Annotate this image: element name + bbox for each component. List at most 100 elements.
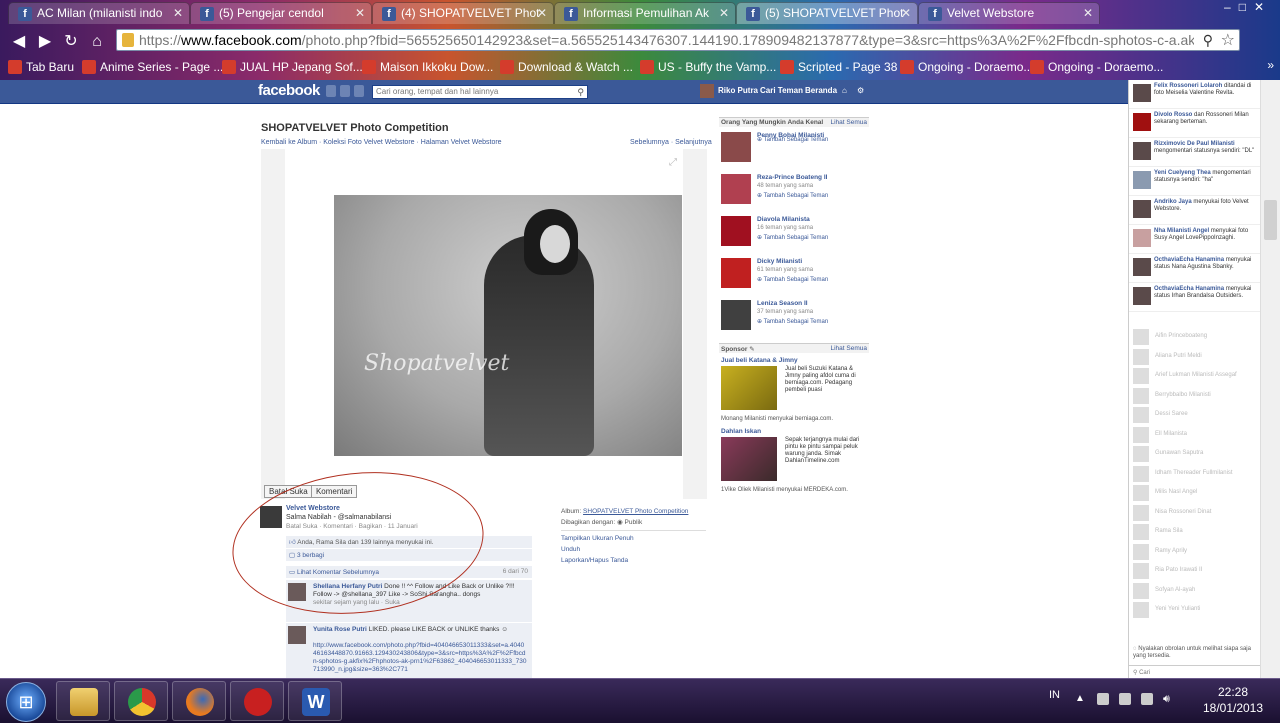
tab-close-icon[interactable]: ✕ [1083,3,1093,23]
bookmark-item[interactable]: Ongoing - Doraemo... [900,58,1033,76]
privacy-selector[interactable]: Publik [625,519,643,526]
search-input[interactable]: Cari orang, tempat dan hal lainnya ⚲ [372,85,588,99]
chat-friend[interactable]: Idham Thereader Fullmilanist [1129,464,1261,484]
chat-friend[interactable]: Sofyan Al-ayah [1129,581,1261,601]
search-icon[interactable]: ⚲ [577,86,584,98]
bookmark-item[interactable]: Scripted - Page 38 [780,58,897,76]
bookmark-item[interactable]: Download & Watch ... [500,58,633,76]
avatar[interactable] [721,216,751,246]
chrome-taskbar-button[interactable] [114,681,168,721]
person-name[interactable]: Dicky Milanisti [757,258,802,265]
download-link[interactable]: Unduh [561,546,580,553]
show-hidden-icons-icon[interactable]: ▲ [1075,693,1087,705]
browser-tab[interactable]: f Velvet Webstore ✕ [918,2,1100,24]
album-link[interactable]: SHOPATVELVET Photo Competition [583,508,688,515]
chat-friend[interactable]: Rama Sila [1129,522,1261,542]
browser-tab[interactable]: f (5) Pengejar cendol ✕ [190,2,372,24]
bookmark-item[interactable]: Maison Ikkoku Dow... [362,58,493,76]
comment-meta[interactable]: sekitar sejam yang lalu · Suka [313,599,400,606]
ad-title[interactable]: Jual beli Katana & Jimny [721,357,869,364]
search-icon[interactable]: ⚲ [1203,32,1213,49]
mutual-friends[interactable]: 37 teman yang sama [757,309,813,315]
chat-friend[interactable]: Milis Nasl Angel [1129,483,1261,503]
ad-social-context[interactable]: Monang Milanisti menyukai berniaga.com. [721,416,869,422]
privacy-shortcuts-icon[interactable]: ⌂ [842,86,847,95]
avatar[interactable] [1133,84,1151,102]
mutual-friends[interactable]: 48 teman yang sama [757,183,813,189]
notifications-icon[interactable] [354,85,364,97]
avatar[interactable] [260,506,282,528]
avatar[interactable] [721,300,751,330]
avatar[interactable] [1133,171,1151,189]
friend-requests-icon[interactable] [326,85,336,97]
ticker-item[interactable]: Felix Rossoneri Lolaroh ditandai di foto… [1129,80,1260,109]
browser-tab[interactable]: f (4) SHOPATVELVET Phot ✕ [372,2,554,24]
chat-friend[interactable]: Aliana Putri Meldi [1129,347,1261,367]
bookmark-item[interactable]: US - Buffy the Vamp... [640,58,776,76]
chat-friend[interactable]: Dessi Saree [1129,405,1261,425]
chat-friend[interactable]: Gunawan Saputra [1129,444,1261,464]
person-name[interactable]: Reza-Prince Boateng II [757,174,827,181]
chat-friend[interactable]: Berrybbalbo Milanisti [1129,386,1261,406]
unlike-button[interactable]: Batal Suka [264,485,313,498]
avatar[interactable] [721,258,751,288]
tab-close-icon[interactable]: ✕ [901,3,911,23]
likes-summary[interactable]: 👍︎ Anda, Rama Sila dan 139 lainnya menyu… [286,536,532,548]
person-name[interactable]: Leniza Season II [757,300,808,307]
volume-icon[interactable]: 🔊︎ [1163,693,1175,705]
ticker-item[interactable]: Rizximovic De Paul Milanisti mengomentar… [1129,138,1260,167]
expand-icon[interactable]: ⤢ [669,157,677,168]
avatar[interactable] [288,626,306,644]
photo-image[interactable]: Shopatvelvet [334,195,682,456]
forward-icon[interactable]: ▶ [34,31,56,53]
tab-close-icon[interactable]: ✕ [537,3,547,23]
comment-author[interactable]: Yunita Rose Putri [313,626,367,633]
avatar[interactable] [1133,287,1151,305]
network-icon[interactable] [1141,693,1153,705]
mutual-friends[interactable]: 16 teman yang sama [757,225,813,231]
window-controls[interactable]: –□✕ [1212,0,1272,18]
avatar[interactable] [1133,229,1151,247]
browser-tab-active[interactable]: f (5) SHOPATVELVET Phot ✕ [736,2,918,24]
address-bar[interactable]: https://www.facebook.com/photo.php?fbid=… [116,29,1240,51]
tab-close-icon[interactable]: ✕ [355,3,365,23]
post-author[interactable]: Velvet Webstore [286,505,340,512]
comment-link[interactable]: http://www.facebook.com/photo.php?fbid=4… [313,642,526,673]
home-link[interactable]: Beranda [805,86,837,95]
avatar[interactable] [288,583,306,601]
sponsored-ad[interactable]: Jual beli Suzuki Katana & Jimny paling a… [719,366,869,412]
chat-search-input[interactable]: ⚲ Cari [1129,665,1261,678]
add-friend-button[interactable]: ⊕ Tambah Sebagai Teman [757,192,828,199]
clock-time[interactable]: 22:28 [1209,685,1257,699]
add-friend-button[interactable]: ⊕ Tambah Sebagai Teman [757,234,828,241]
mutual-friends[interactable]: 61 teman yang sama [757,267,813,273]
explorer-taskbar-button[interactable] [56,681,110,721]
bookmark-item[interactable]: JUAL HP Jepang Sof... [222,58,363,76]
ad-image[interactable] [721,437,777,481]
chat-friend[interactable]: Ell Milanista [1129,425,1261,445]
avatar[interactable] [1133,113,1151,131]
ticker-item[interactable]: Yeni Cuelyeng Thea mengomentari statusny… [1129,167,1260,196]
back-icon[interactable]: ◀ [8,31,30,53]
view-previous-comments[interactable]: ▭ Lihat Komentar Sebelumnya 6 dari 70 [286,566,532,578]
view-full-size-link[interactable]: Tampilkan Ukuran Penuh [561,535,634,542]
ticker-item[interactable]: Nha Milanisti Angel menyukai foto Susy A… [1129,225,1260,254]
ticker-item[interactable]: OcthaviaEcha Hanamina menyukai status Ir… [1129,283,1260,312]
bookmarks-overflow-icon[interactable]: » [1267,58,1274,72]
scrollbar-thumb[interactable] [1264,200,1277,240]
language-indicator[interactable]: IN [1049,689,1060,701]
chat-friend[interactable]: Ramy Aprily [1129,542,1261,562]
clock-date[interactable]: 18/01/2013 [1195,701,1271,715]
avatar[interactable] [700,84,714,98]
facebook-logo[interactable]: facebook [258,82,320,99]
ad-social-context[interactable]: 1Vike Oliek Milanisti menyukai MERDEKA.c… [721,487,869,493]
person-name[interactable]: Diavola Milanista [757,216,810,223]
comment-button[interactable]: Komentari [310,485,358,498]
chat-offline-hint[interactable]: ◌ Nyalakan obrolan untuk melihat siapa s… [1133,646,1257,660]
chat-friend[interactable]: Aifin Princeboateng [1129,327,1261,347]
see-all-link[interactable]: Lihat Semua [831,119,868,126]
ad-title[interactable]: Dahlan Iskan [721,428,869,435]
tab-close-icon[interactable]: ✕ [173,3,183,23]
battery-icon[interactable] [1119,693,1131,705]
add-friend-button[interactable]: ⊕ Tambah Sebagai Teman [757,136,828,143]
